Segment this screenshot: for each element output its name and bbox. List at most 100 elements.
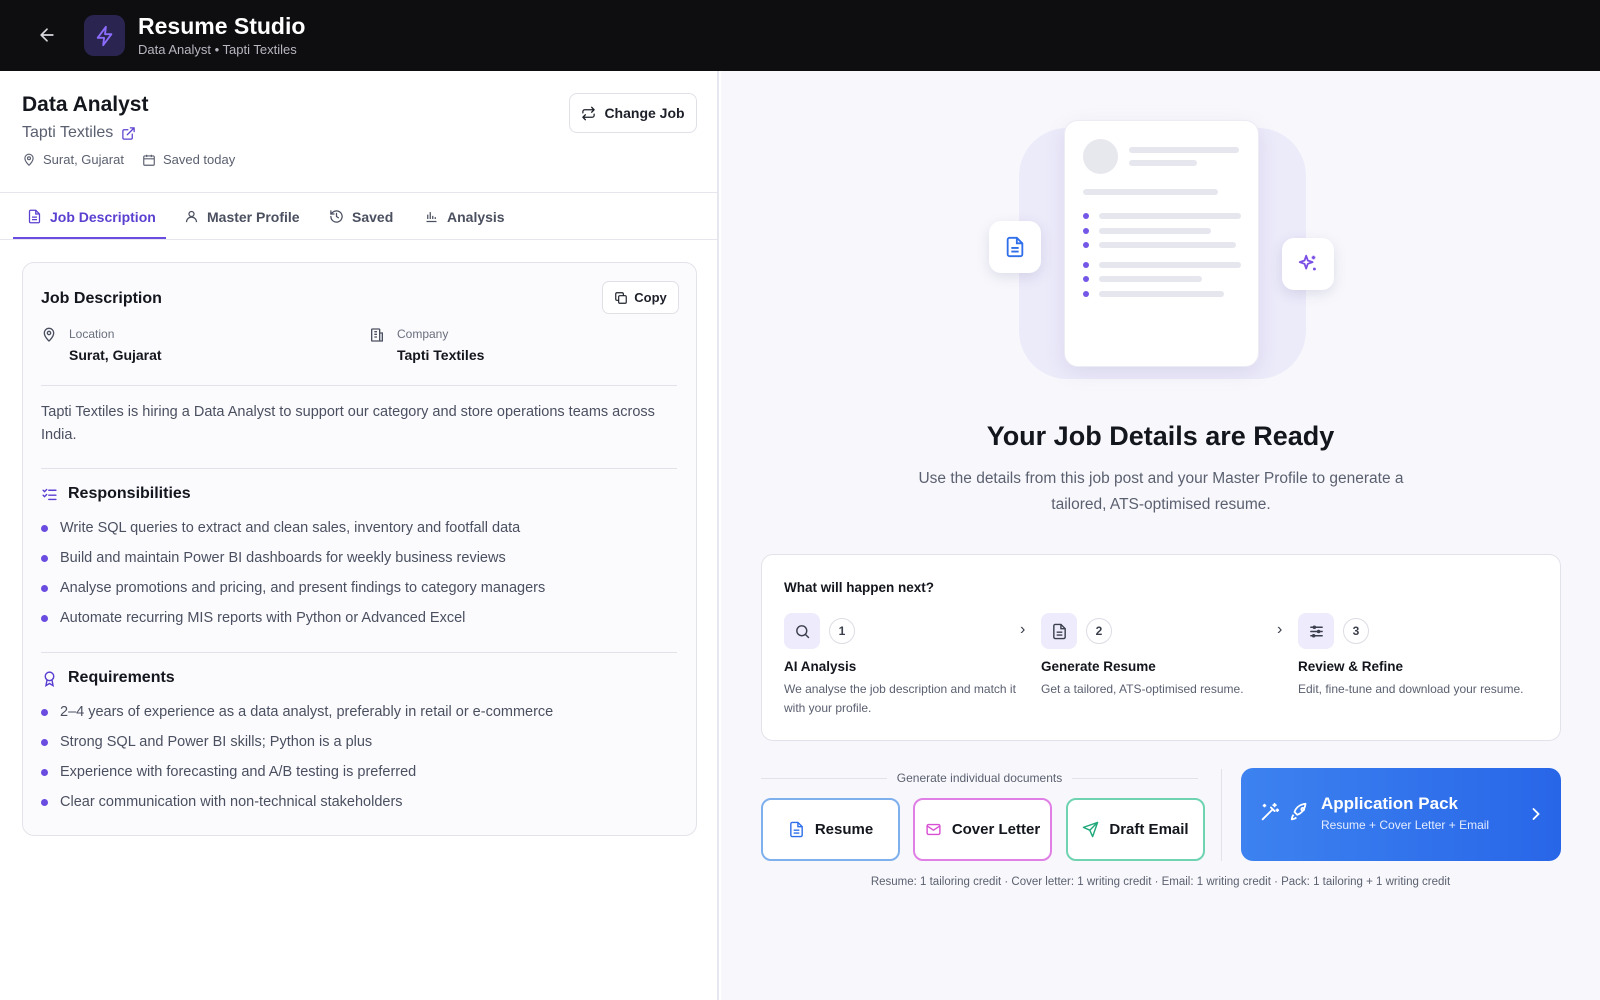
- send-icon: [1083, 821, 1099, 838]
- step-icon: [1298, 613, 1334, 649]
- document-icon: [789, 821, 803, 838]
- ready-subtitle: Use the details from this job post and y…: [918, 470, 1404, 513]
- saved-text: Saved today: [162, 152, 236, 167]
- step-name: Generate Resume: [1041, 659, 1156, 674]
- location-meta: Surat, Gujarat: [22, 152, 124, 167]
- pack-title: Application Pack: [1321, 794, 1458, 813]
- list-item: Strong SQL and Power BI skills; Python i…: [41, 727, 553, 757]
- change-job-button[interactable]: Change Job: [569, 93, 697, 133]
- divider: [41, 385, 677, 386]
- tab-label: Master Profile: [207, 208, 300, 225]
- list-item: Automate recurring MIS reports with Pyth…: [41, 603, 545, 633]
- step-number: 2: [1086, 618, 1112, 644]
- checklist-icon: [42, 488, 57, 500]
- step-icon: [784, 613, 820, 649]
- draft-email-label: Draft Email: [1109, 821, 1189, 838]
- tab-job-description[interactable]: Job Description: [27, 193, 156, 240]
- chevron-right-icon: ›: [1277, 621, 1283, 638]
- list-item: Write SQL queries to extract and clean s…: [41, 513, 545, 543]
- generate-label-text: Generate individual documents: [896, 771, 1063, 785]
- map-pin-icon: [43, 327, 55, 342]
- step-name: AI Analysis: [784, 659, 857, 674]
- divider: [41, 468, 677, 469]
- step-description: Edit, fine-tune and download your resume…: [1298, 682, 1524, 696]
- job-summary: Tapti Textiles is hiring a Data Analyst …: [41, 404, 655, 443]
- step-icon: [1041, 613, 1077, 649]
- sliders-icon: [1309, 624, 1323, 638]
- chevron-right-icon: ›: [1020, 621, 1026, 638]
- external-link-icon[interactable]: [121, 126, 136, 141]
- search-icon: [795, 624, 809, 638]
- step-number: 3: [1343, 618, 1369, 644]
- mail-icon: [926, 823, 941, 836]
- change-job-label: Change Job: [604, 105, 685, 121]
- step-name: Review & Refine: [1298, 659, 1404, 674]
- app-subtitle: Data Analyst • Tapti Textiles: [138, 42, 297, 57]
- app-title: Resume Studio: [138, 13, 306, 39]
- history-icon: [330, 210, 343, 223]
- step-generate-resume: 2 Generate Resume Get a tailored, ATS-op…: [1041, 613, 1281, 699]
- right-pane: Your Job Details are Ready Use the detai…: [721, 71, 1600, 1000]
- copy-label: Copy: [634, 290, 667, 305]
- tab-master-profile[interactable]: Master Profile: [184, 193, 300, 240]
- tab-saved[interactable]: Saved: [329, 193, 393, 240]
- copy-button[interactable]: Copy: [602, 281, 679, 314]
- tab-bar: Job Description Master Profile Saved Ana…: [0, 192, 717, 240]
- sparkle-icon: [1298, 254, 1316, 271]
- company-row: Tapti Textiles: [22, 124, 136, 142]
- document-icon: [1052, 623, 1066, 639]
- cover-letter-button[interactable]: Cover Letter: [913, 798, 1052, 861]
- tab-label: Analysis: [447, 208, 505, 225]
- sparkle-badge: [1282, 238, 1334, 290]
- document-badge: [989, 221, 1041, 273]
- back-button[interactable]: [34, 22, 60, 48]
- tab-label: Saved: [352, 208, 394, 225]
- award-icon: [44, 670, 55, 687]
- list-item: Clear communication with non-technical s…: [41, 787, 553, 817]
- arrow-left-icon: [40, 28, 54, 42]
- building-icon: [371, 328, 383, 342]
- document-icon: [1006, 236, 1024, 258]
- company-label: Company: [397, 327, 449, 341]
- draft-email-button[interactable]: Draft Email: [1066, 798, 1205, 861]
- location-text: Surat, Gujarat: [43, 152, 124, 167]
- pack-icons: [1259, 801, 1311, 823]
- credits-note: Resume: 1 tailoring credit · Cover lette…: [870, 876, 1451, 888]
- next-steps-title: What will happen next?: [784, 580, 935, 595]
- step-number: 1: [829, 618, 855, 644]
- top-bar: Resume Studio Data Analyst • Tapti Texti…: [0, 0, 1600, 71]
- application-pack-button[interactable]: Application Pack Resume + Cover Letter +…: [1241, 768, 1561, 861]
- ready-title: Your Job Details are Ready: [986, 421, 1335, 451]
- tab-analysis[interactable]: Analysis: [424, 193, 505, 240]
- company-value: Tapti Textiles: [397, 347, 485, 363]
- rocket-icon: [1290, 802, 1307, 821]
- document-icon: [28, 209, 41, 224]
- user-icon: [185, 210, 198, 223]
- job-meta: Surat, Gujarat Saved today: [22, 152, 235, 167]
- divider: [1221, 769, 1222, 861]
- chevron-right-icon: [1532, 808, 1540, 820]
- step-description: Get a tailored, ATS-optimised resume.: [1041, 682, 1244, 696]
- list-item: Experience with forecasting and A/B test…: [41, 757, 553, 787]
- generate-label: Generate individual documents: [761, 771, 1198, 785]
- requirements-list: 2–4 years of experience as a data analys…: [41, 697, 553, 817]
- lightning-icon: [96, 25, 112, 46]
- saved-meta: Saved today: [142, 152, 235, 167]
- map-pin-icon: [24, 153, 34, 166]
- company-info: Company Tapti Textiles: [369, 327, 484, 363]
- list-item: Build and maintain Power BI dashboards f…: [41, 543, 545, 573]
- calendar-icon: [143, 154, 155, 166]
- responsibilities-list: Write SQL queries to extract and clean s…: [41, 513, 545, 633]
- responsibilities-title: Responsibilities: [41, 485, 191, 503]
- cover-letter-label: Cover Letter: [951, 821, 1041, 838]
- step-ai-analysis: 1 AI Analysis We analyse the job descrip…: [784, 613, 1024, 718]
- job-description-heading: Job Description: [41, 290, 162, 307]
- step-description: We analyse the job description and match…: [784, 682, 1016, 715]
- copy-icon: [615, 291, 628, 304]
- job-title: Data Analyst: [22, 93, 149, 116]
- requirements-label: Requirements: [68, 669, 175, 686]
- list-item: Analyse promotions and pricing, and pres…: [41, 573, 545, 603]
- divider: [41, 652, 677, 653]
- step-review-refine: 3 Review & Refine Edit, fine-tune and do…: [1298, 613, 1538, 699]
- resume-button[interactable]: Resume: [761, 798, 900, 861]
